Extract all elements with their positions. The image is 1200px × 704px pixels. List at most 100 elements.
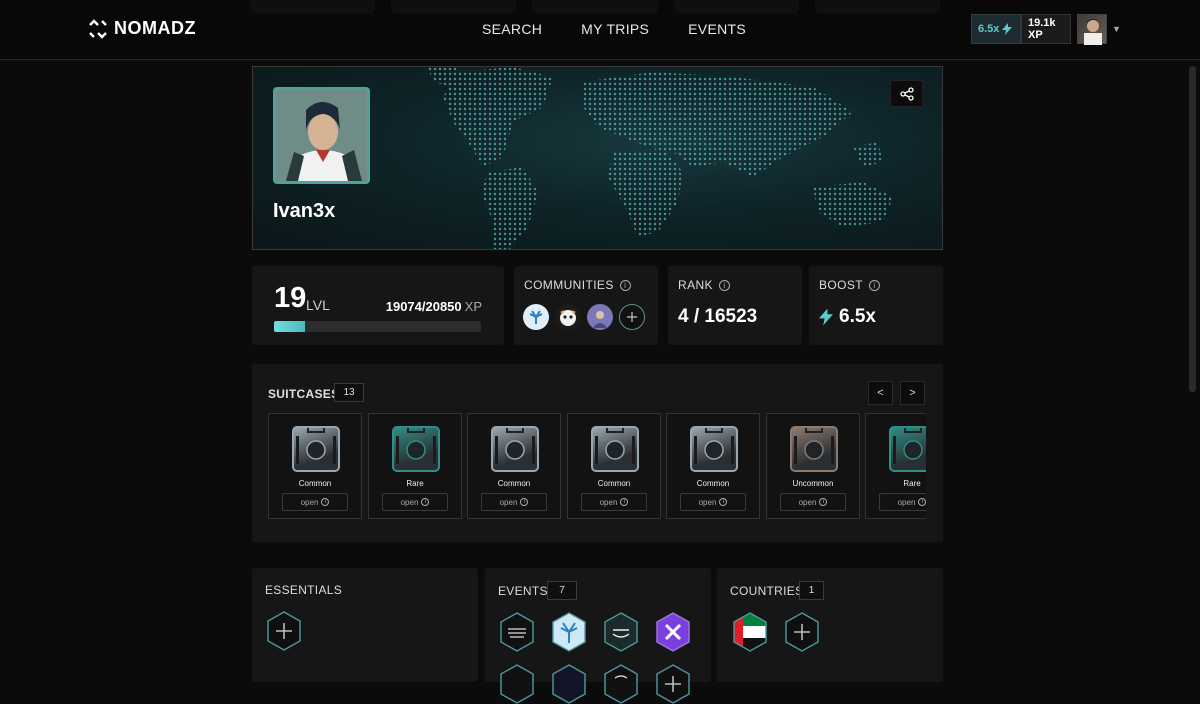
suitcase-card[interactable]: Common open i <box>268 413 362 519</box>
boost-chip[interactable]: 6.5x <box>971 14 1021 44</box>
nav-search[interactable]: SEARCH <box>482 21 542 37</box>
profile-picture[interactable] <box>273 87 370 184</box>
open-suitcase-button[interactable]: open i <box>581 493 647 511</box>
open-label: open <box>499 497 518 507</box>
event-badge-icon[interactable] <box>551 664 587 704</box>
suitcase-card[interactable]: Rare open i <box>368 413 462 519</box>
level-value: 19 <box>274 282 307 314</box>
uae-flag-icon[interactable] <box>732 612 768 652</box>
boost-chip-value: 6.5x <box>978 23 1000 35</box>
countries-count-badge: 1 <box>799 581 824 600</box>
xp-chip[interactable]: 19.1k XP <box>1021 14 1071 44</box>
community-mascot-icon[interactable] <box>555 304 581 330</box>
event-outpost-badge-icon[interactable] <box>499 664 535 704</box>
rank-value: 4 / 16523 <box>678 306 758 327</box>
info-icon: i <box>819 498 828 506</box>
community-avatar-icon[interactable] <box>587 304 613 330</box>
suitcase-card[interactable]: Rare open i <box>865 413 926 519</box>
ghost-tab <box>673 0 799 14</box>
suitcase-card[interactable]: Common open i <box>467 413 561 519</box>
open-suitcase-button[interactable]: open i <box>282 493 348 511</box>
xp-unit: XP <box>464 299 482 314</box>
xp-progress-bar <box>274 321 481 332</box>
open-label: open <box>698 497 717 507</box>
info-icon[interactable]: i <box>869 279 881 291</box>
boost-value-row: 6.5x <box>819 306 876 328</box>
suitcase-rare-icon <box>392 425 440 472</box>
rank-card: RANK i 4 / 16523 <box>668 266 802 345</box>
countries-panel: COUNTRIES 1 <box>717 568 943 682</box>
add-essential-button[interactable] <box>266 611 302 651</box>
boost-value: 6.5x <box>839 306 876 327</box>
rank-title-text: RANK <box>678 278 713 292</box>
nomadz-logo[interactable]: NOMADZ <box>88 18 196 39</box>
info-icon: i <box>620 498 629 506</box>
event-badge-icon[interactable] <box>603 664 639 704</box>
xp-progress-text: 19074/20850 XP <box>386 299 482 314</box>
suitcase-rarity: Common <box>696 479 730 488</box>
open-suitcase-button[interactable]: open i <box>481 493 547 511</box>
event-x-badge-icon[interactable] <box>655 612 691 652</box>
nav-events[interactable]: EVENTS <box>688 21 746 37</box>
event-palm-badge-icon[interactable] <box>551 612 587 652</box>
main-nav: SEARCH MY TRIPS EVENTS <box>482 21 746 37</box>
user-status: 6.5x 19.1k XP ▼ <box>971 14 1121 45</box>
scrollbar[interactable] <box>1189 66 1196 392</box>
info-icon[interactable]: i <box>718 279 730 291</box>
open-suitcase-button[interactable]: open i <box>780 493 846 511</box>
chevron-down-icon[interactable]: ▼ <box>1112 24 1121 34</box>
boost-title: BOOST i <box>819 278 881 292</box>
open-suitcase-button[interactable]: open i <box>382 493 448 511</box>
open-suitcase-button[interactable]: open i <box>680 493 746 511</box>
logo-text: NOMADZ <box>114 18 196 38</box>
xp-progress-fill <box>274 321 306 332</box>
communities-title-text: COMMUNITIES <box>524 278 614 292</box>
suitcases-panel: SUITCASES 13 < > Common open i Rare open i… <box>252 364 943 542</box>
share-button[interactable] <box>890 80 923 107</box>
info-icon[interactable]: i <box>619 279 631 291</box>
suitcase-card[interactable]: Uncommon open i <box>766 413 860 519</box>
suitcase-common-icon <box>292 425 340 472</box>
lightning-icon <box>1002 23 1013 35</box>
suitcase-card[interactable]: Common open i <box>666 413 760 519</box>
suitcase-rarity: Rare <box>406 479 424 488</box>
ghost-tab <box>532 0 658 14</box>
background-tabs <box>250 0 941 20</box>
event-breakpoint-badge-icon[interactable] <box>499 612 535 652</box>
level-label: LVL <box>306 297 330 313</box>
suitcases-count-badge: 13 <box>334 383 364 402</box>
suitcases-list: Common open i Rare open i Common open i Com… <box>268 413 926 519</box>
suitcases-next-button[interactable]: > <box>900 381 925 405</box>
nav-my-trips[interactable]: MY TRIPS <box>581 21 649 37</box>
ghost-tab <box>391 0 517 14</box>
suitcase-rarity: Common <box>298 479 332 488</box>
rank-title: RANK i <box>678 278 730 292</box>
events-count-badge: 7 <box>547 581 577 600</box>
essentials-panel: ESSENTIALS <box>252 568 478 682</box>
profile-banner: Ivan3x <box>252 66 943 250</box>
avatar[interactable] <box>1077 14 1107 45</box>
level-card: 19 LVL 19074/20850 XP <box>252 266 504 345</box>
add-country-button[interactable] <box>784 612 820 652</box>
plus-icon <box>627 312 637 322</box>
info-icon: i <box>321 498 330 506</box>
community-palm-icon[interactable] <box>523 304 549 330</box>
events-title: EVENTS <box>498 584 548 598</box>
suitcase-rarity: Uncommon <box>792 479 834 488</box>
add-community-button[interactable] <box>619 304 645 330</box>
info-icon: i <box>421 498 430 506</box>
event-flow-badge-icon[interactable] <box>603 612 639 652</box>
suitcases-title: SUITCASES <box>268 387 340 401</box>
suitcase-common-icon <box>491 425 539 472</box>
communities-title: COMMUNITIES i <box>524 278 631 292</box>
suitcase-common-icon <box>591 425 639 472</box>
suitcase-card[interactable]: Common open i <box>567 413 661 519</box>
add-event-button[interactable] <box>655 664 691 704</box>
suitcase-rarity: Rare <box>903 479 921 488</box>
xp-chip-value: 19.1k XP <box>1028 17 1056 41</box>
suitcases-prev-button[interactable]: < <box>868 381 893 405</box>
open-label: open <box>798 497 817 507</box>
lightning-icon <box>819 308 833 326</box>
open-suitcase-button[interactable]: open i <box>879 493 926 511</box>
suitcase-common-icon <box>690 425 738 472</box>
